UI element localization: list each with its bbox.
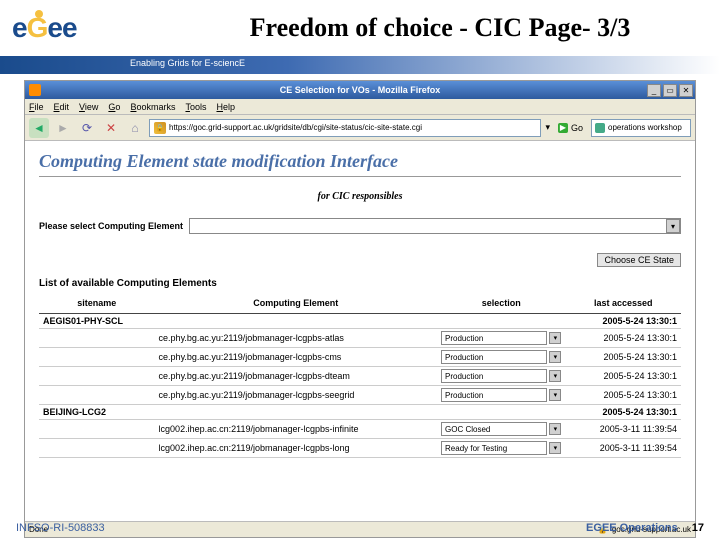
- selection-dropdown[interactable]: Production: [441, 350, 547, 364]
- ce-name: ce.phy.bg.ac.yu:2119/jobmanager-lcgpbs-a…: [155, 329, 437, 348]
- slide-footer: INFSO-RI-508833 EGEE Operations 17: [0, 516, 720, 540]
- selection-cell: Production▾: [437, 367, 565, 386]
- menu-view[interactable]: View: [79, 102, 98, 112]
- ce-row: ce.phy.bg.ac.yu:2119/jobmanager-lcgpbs-a…: [39, 329, 681, 348]
- tagline: Enabling Grids for E-sciencE: [130, 58, 245, 68]
- last-accessed: 2005-3-11 11:39:54: [565, 439, 681, 458]
- browser-toolbar: ◄ ► ⟳ ✕ ⌂ 🔒 https://goc.grid-support.ac.…: [25, 115, 695, 141]
- selection-dropdown[interactable]: Production: [441, 388, 547, 402]
- ce-row: ce.phy.bg.ac.yu:2119/jobmanager-lcgpbs-s…: [39, 386, 681, 405]
- ce-name: ce.phy.bg.ac.yu:2119/jobmanager-lcgpbs-s…: [155, 386, 437, 405]
- site-name: AEGIS01-PHY-SCL: [39, 314, 155, 329]
- site-name: BEIJING-LCG2: [39, 405, 155, 420]
- ce-name: ce.phy.bg.ac.yu:2119/jobmanager-lcgpbs-c…: [155, 348, 437, 367]
- menu-tools[interactable]: Tools: [185, 102, 206, 112]
- url-text: https://goc.grid-support.ac.uk/gridsite/…: [169, 123, 422, 132]
- page-content: Computing Element state modification Int…: [25, 141, 695, 521]
- dropdown-icon[interactable]: ▾: [545, 122, 550, 133]
- page-subtitle: for CIC responsibles: [39, 191, 681, 202]
- last-accessed: 2005-3-11 11:39:54: [565, 420, 681, 439]
- ce-row: ce.phy.bg.ac.yu:2119/jobmanager-lcgpbs-c…: [39, 348, 681, 367]
- search-text: operations workshop: [608, 123, 682, 132]
- footer-left: INFSO-RI-508833: [16, 522, 586, 534]
- egee-logo: eGee: [0, 0, 160, 56]
- browser-menubar: File Edit View Go Bookmarks Tools Help: [25, 99, 695, 115]
- lock-icon: 🔒: [154, 122, 166, 134]
- home-button[interactable]: ⌂: [125, 118, 145, 138]
- table-header-row: sitename Computing Element selection las…: [39, 293, 681, 314]
- slide-title: Freedom of choice - CIC Page- 3/3: [160, 13, 720, 43]
- page-title: Computing Element state modification Int…: [39, 151, 681, 177]
- browser-titlebar: CE Selection for VOs - Mozilla Firefox _…: [25, 81, 695, 99]
- ce-table: sitename Computing Element selection las…: [39, 293, 681, 458]
- chevron-down-icon[interactable]: ▾: [549, 442, 561, 454]
- footer-page-number: 17: [692, 522, 704, 534]
- menu-help[interactable]: Help: [216, 102, 235, 112]
- slide-header: eGee Freedom of choice - CIC Page- 3/3: [0, 0, 720, 56]
- ce-name: lcg002.ihep.ac.cn:2119/jobmanager-lcgpbs…: [155, 420, 437, 439]
- go-icon: ▶: [558, 123, 568, 133]
- col-last-accessed: last accessed: [565, 293, 681, 314]
- site-row: BEIJING-LCG2 2005-5-24 13:30:1: [39, 405, 681, 420]
- col-ce: Computing Element: [155, 293, 437, 314]
- minimize-button[interactable]: _: [647, 84, 661, 97]
- selection-cell: GOC Closed▾: [437, 420, 565, 439]
- selection-cell: Ready for Testing▾: [437, 439, 565, 458]
- last-accessed: 2005-5-24 13:30:1: [565, 314, 681, 329]
- site-row: AEGIS01-PHY-SCL 2005-5-24 13:30:1: [39, 314, 681, 329]
- selection-dropdown[interactable]: Ready for Testing: [441, 441, 547, 455]
- ce-row: ce.phy.bg.ac.yu:2119/jobmanager-lcgpbs-d…: [39, 367, 681, 386]
- last-accessed: 2005-5-24 13:30:1: [565, 386, 681, 405]
- chevron-down-icon[interactable]: ▾: [549, 389, 561, 401]
- close-button[interactable]: ✕: [679, 84, 693, 97]
- choose-ce-state-button[interactable]: Choose CE State: [597, 253, 681, 267]
- col-sitename: sitename: [39, 293, 155, 314]
- gradient-bar: Enabling Grids for E-sciencE: [0, 56, 720, 74]
- search-engine-icon: [595, 123, 605, 133]
- selection-cell: Production▾: [437, 329, 565, 348]
- last-accessed: 2005-5-24 13:30:1: [565, 405, 681, 420]
- search-input[interactable]: operations workshop: [591, 119, 691, 137]
- window-title: CE Selection for VOs - Mozilla Firefox: [280, 85, 441, 95]
- chevron-down-icon[interactable]: ▾: [549, 351, 561, 363]
- last-accessed: 2005-5-24 13:30:1: [565, 348, 681, 367]
- selection-dropdown[interactable]: Production: [441, 369, 547, 383]
- chevron-down-icon: ▾: [666, 219, 680, 233]
- reload-button[interactable]: ⟳: [77, 118, 97, 138]
- back-button[interactable]: ◄: [29, 118, 49, 138]
- menu-edit[interactable]: Edit: [54, 102, 70, 112]
- forward-button[interactable]: ►: [53, 118, 73, 138]
- ce-name: lcg002.ihep.ac.cn:2119/jobmanager-lcgpbs…: [155, 439, 437, 458]
- col-selection: selection: [437, 293, 565, 314]
- stop-button[interactable]: ✕: [101, 118, 121, 138]
- ce-row: lcg002.ihep.ac.cn:2119/jobmanager-lcgpbs…: [39, 439, 681, 458]
- selection-dropdown[interactable]: Production: [441, 331, 547, 345]
- selection-cell: Production▾: [437, 386, 565, 405]
- address-bar[interactable]: 🔒 https://goc.grid-support.ac.uk/gridsit…: [149, 119, 541, 137]
- ce-row: lcg002.ihep.ac.cn:2119/jobmanager-lcgpbs…: [39, 420, 681, 439]
- menu-bookmarks[interactable]: Bookmarks: [130, 102, 175, 112]
- selection-cell: Production▾: [437, 348, 565, 367]
- chevron-down-icon[interactable]: ▾: [549, 423, 561, 435]
- last-accessed: 2005-5-24 13:30:1: [565, 367, 681, 386]
- menu-file[interactable]: File: [29, 102, 44, 112]
- menu-go[interactable]: Go: [108, 102, 120, 112]
- go-button[interactable]: ▶ Go: [554, 121, 587, 135]
- chevron-down-icon[interactable]: ▾: [549, 370, 561, 382]
- maximize-button[interactable]: ▭: [663, 84, 677, 97]
- list-title: List of available Computing Elements: [39, 278, 681, 289]
- ce-name: ce.phy.bg.ac.yu:2119/jobmanager-lcgpbs-d…: [155, 367, 437, 386]
- selection-dropdown[interactable]: GOC Closed: [441, 422, 547, 436]
- firefox-icon: [29, 84, 41, 96]
- ce-select-label: Please select Computing Element: [39, 221, 183, 231]
- browser-window: CE Selection for VOs - Mozilla Firefox _…: [24, 80, 696, 538]
- ce-select-dropdown[interactable]: ▾: [189, 218, 681, 234]
- last-accessed: 2005-5-24 13:30:1: [565, 329, 681, 348]
- footer-right: EGEE Operations: [586, 522, 678, 534]
- ce-select-row: Please select Computing Element ▾: [39, 218, 681, 234]
- chevron-down-icon[interactable]: ▾: [549, 332, 561, 344]
